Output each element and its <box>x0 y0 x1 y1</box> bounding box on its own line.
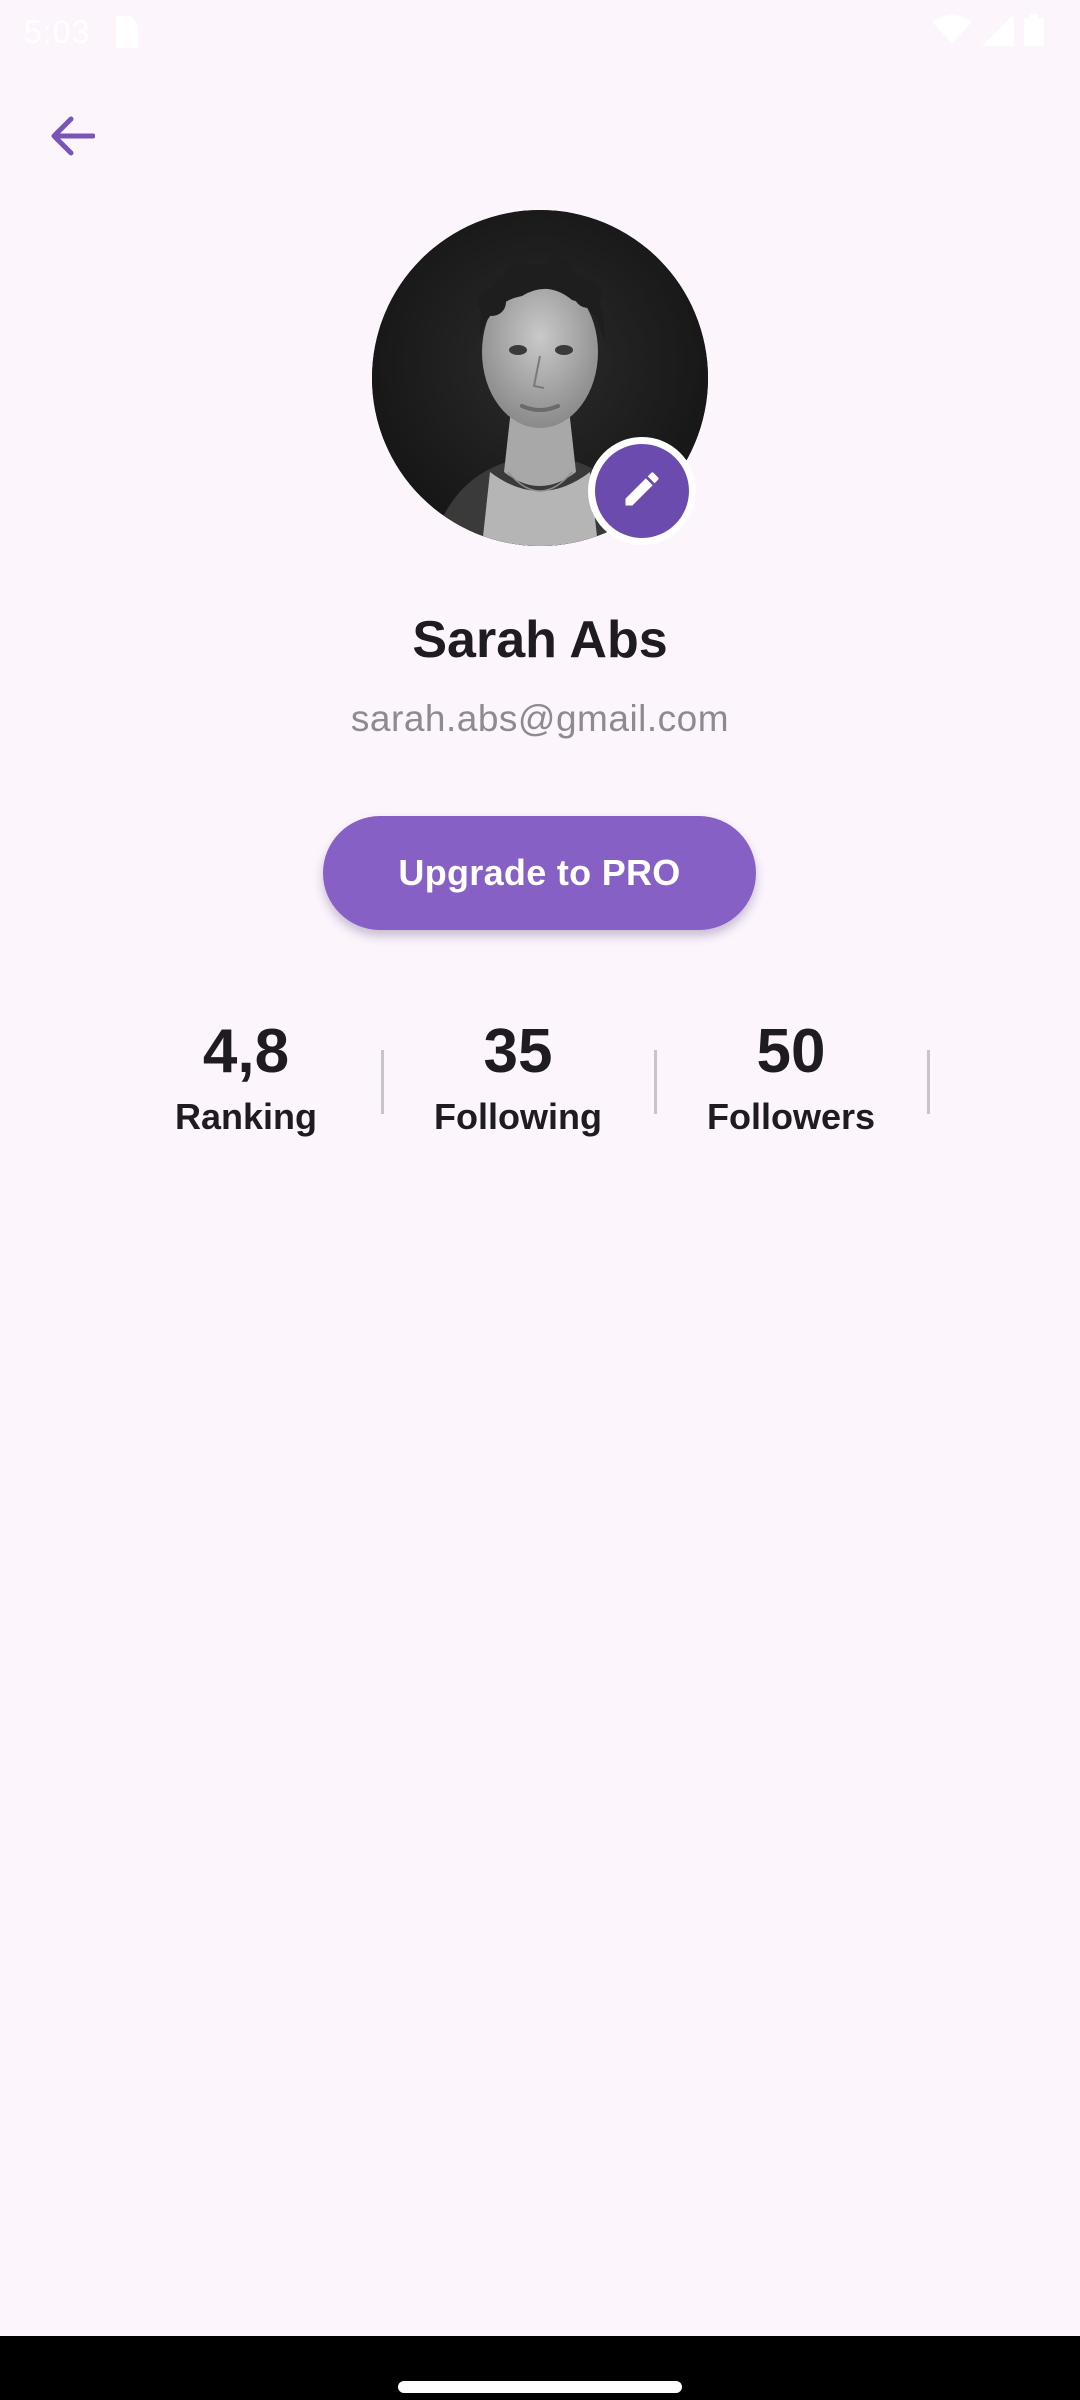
signal-icon <box>982 14 1014 51</box>
stat-divider <box>654 1050 657 1114</box>
back-button[interactable] <box>30 96 114 180</box>
status-icons <box>932 14 1044 51</box>
stat-ranking: 4,8 Ranking <box>136 1012 356 1138</box>
stat-label: Followers <box>706 1096 876 1137</box>
pencil-icon <box>620 467 664 516</box>
stat-divider <box>927 1050 930 1114</box>
upgrade-to-pro-button[interactable]: Upgrade to PRO <box>323 816 756 930</box>
arrow-back-icon <box>49 115 96 162</box>
battery-icon <box>1024 14 1044 51</box>
stat-following: 35 Following <box>408 1012 628 1138</box>
stat-label: Ranking <box>174 1096 317 1137</box>
sim-card-icon <box>112 16 138 48</box>
profile-email: sarah.abs@gmail.com <box>350 698 730 739</box>
stat-value: 4,8 <box>202 1017 290 1086</box>
stat-label: Following <box>434 1096 602 1137</box>
profile-screen: 5:03 Sarah Abs sarah.abs@gmail.com Upgra… <box>0 0 1080 2400</box>
stat-value: 50 <box>756 1017 826 1086</box>
wifi-icon <box>932 14 972 51</box>
edit-avatar-circle <box>595 444 689 538</box>
status-time: 5:03 <box>24 14 91 50</box>
stat-followers: 50 Followers <box>681 1012 901 1138</box>
profile-name: Sarah Abs <box>412 611 668 669</box>
home-indicator[interactable] <box>398 2381 682 2393</box>
stat-divider <box>381 1050 384 1114</box>
edit-avatar-button[interactable] <box>588 437 696 545</box>
status-bar: 5:03 <box>0 0 1080 64</box>
stat-value: 35 <box>483 1017 553 1086</box>
